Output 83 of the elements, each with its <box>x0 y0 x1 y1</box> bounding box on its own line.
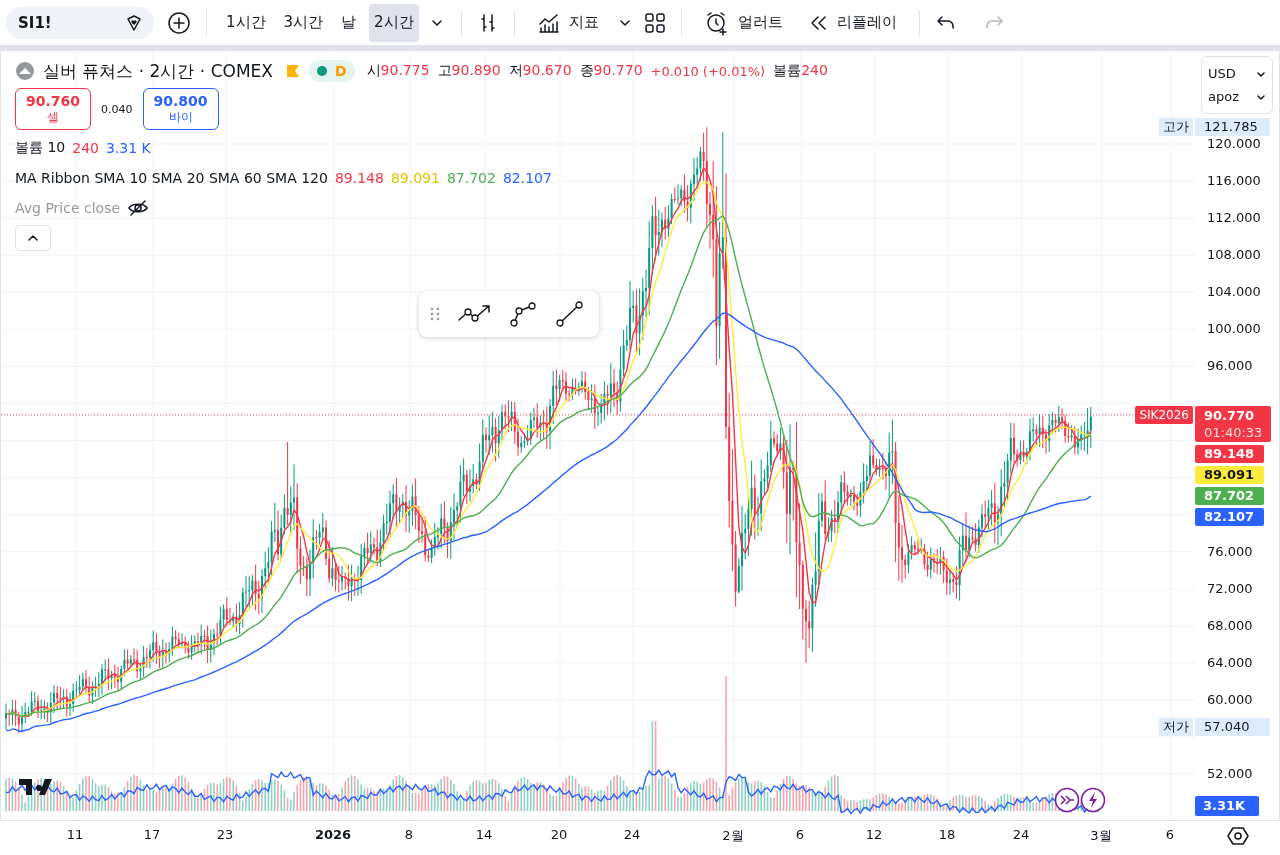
eye-off-icon[interactable] <box>127 197 150 219</box>
lightning-icon[interactable] <box>1080 787 1106 813</box>
alert-button[interactable]: 얼러트 <box>695 3 791 42</box>
price-label-tag: 121.785 <box>1195 118 1270 137</box>
volume-price-tag: 3.31K <box>1195 796 1259 816</box>
price-tick-label: 68.000 <box>1207 617 1253 634</box>
dropdown-value: USD <box>1208 66 1236 81</box>
study-value: 89.148 <box>334 170 384 186</box>
price-tick-label: 116.000 <box>1207 173 1261 190</box>
ma-price-tag: 89.148 <box>1195 444 1264 463</box>
price-tick-label: 60.000 <box>1207 692 1253 708</box>
interval-button[interactable]: 3시간 <box>278 3 329 42</box>
status-dot-icon <box>316 66 327 76</box>
price-tick-label: 76.000 <box>1207 543 1253 560</box>
ma-price-tag: 89.091 <box>1195 465 1264 484</box>
logo-icon <box>19 777 55 797</box>
spread-value: 0.040 <box>101 102 133 116</box>
time-tick-label: 6 <box>1165 827 1175 842</box>
price-tick-label: 72.000 <box>1207 580 1253 597</box>
price-tick-label: 108.000 <box>1207 247 1261 264</box>
price-tick-label: 96.000 <box>1207 358 1253 375</box>
symbol-price-tag: SIK2026 <box>1135 405 1193 424</box>
grid-icon[interactable] <box>642 10 667 35</box>
time-tick-label: 20 <box>550 827 568 842</box>
study-value: 240 <box>72 140 99 156</box>
add-icon[interactable] <box>166 9 192 36</box>
session-label: D <box>334 63 347 79</box>
time-tick-label: 14 <box>475 827 493 842</box>
shield-heart-icon[interactable] <box>124 12 144 33</box>
study-value: 87.702 <box>446 170 496 186</box>
ohlc-value: 저90.670 <box>508 62 572 80</box>
interval-button[interactable]: 1시간 <box>221 3 271 42</box>
interval-button[interactable]: 2시간 <box>369 3 419 42</box>
price-label-tag: 57.040 <box>1195 718 1270 737</box>
ohlc-value: 종90.770 <box>579 62 643 80</box>
trend-line-icon[interactable] <box>555 301 585 327</box>
dropdown-value: apoz <box>1208 89 1239 104</box>
fast-forward-icon[interactable] <box>1054 787 1080 813</box>
study-name[interactable]: 볼륨 10 <box>15 139 66 157</box>
ma-price-tag: 87.702 <box>1195 486 1264 505</box>
replay-button[interactable]: 리플레이 <box>798 3 905 42</box>
price-tick-label: 112.000 <box>1207 210 1261 227</box>
interval-button[interactable]: 날 <box>336 3 362 42</box>
volume-value: 볼륨240 <box>773 62 828 80</box>
study-value: 3.31 K <box>106 140 151 156</box>
time-tick-label: 18 <box>938 827 956 842</box>
sell-button[interactable]: 90.760 셀 <box>15 88 91 130</box>
currency-selector[interactable]: USD apoz <box>1201 56 1273 114</box>
time-tick-label: 24 <box>623 827 641 842</box>
symbol-search-field[interactable]: SI1! <box>6 6 154 39</box>
price-change: +0.010 (+0.01%) <box>650 63 766 79</box>
time-tick-label: 12 <box>865 827 883 842</box>
last-price-tag: 90.770 01:40:33 <box>1195 405 1271 442</box>
study-name[interactable]: MA Ribbon SMA 10 SMA 20 SMA 60 SMA 120 <box>15 170 328 186</box>
price-tick-label: 120.000 <box>1207 136 1261 152</box>
time-tick-label: 17 <box>143 827 161 842</box>
ma-price-tag: 82.107 <box>1195 507 1264 526</box>
drag-handle-icon[interactable] <box>429 306 441 322</box>
buy-button[interactable]: 90.800 바이 <box>142 88 219 130</box>
study-value: 89.091 <box>390 170 440 186</box>
price-label-tag: 저가 <box>1159 718 1193 737</box>
study-value: 82.107 <box>502 170 552 186</box>
symbol-logo-icon <box>15 61 35 81</box>
time-tick-label: 11 <box>66 827 84 842</box>
time-tick-label: 3월 <box>1090 827 1112 845</box>
price-tick-label: 100.000 <box>1207 321 1261 338</box>
time-tick-label: 6 <box>795 827 805 842</box>
time-tick-label: 2026 <box>314 827 352 842</box>
price-tick-label: 104.000 <box>1207 284 1261 301</box>
chart-title: 실버 퓨쳐스 · 2시간 · COMEX <box>43 59 273 83</box>
indicators-button[interactable]: 지표 <box>528 3 607 42</box>
price-tick-label: 64.000 <box>1207 654 1253 671</box>
price-tick-label: 52.000 <box>1207 766 1253 783</box>
ohlc-value: 고90.890 <box>437 62 501 80</box>
time-tick-label: 2월 <box>722 827 744 845</box>
time-tick-label: 24 <box>1012 827 1030 842</box>
collapse-button[interactable] <box>15 225 51 251</box>
time-tick-label: 8 <box>404 827 414 842</box>
price-label-tag: 고가 <box>1159 118 1193 137</box>
ohlc-value: 시90.775 <box>366 62 430 80</box>
path-line-icon[interactable] <box>509 301 539 327</box>
settings-icon[interactable] <box>1227 825 1249 847</box>
time-tick-label: 23 <box>216 827 234 842</box>
